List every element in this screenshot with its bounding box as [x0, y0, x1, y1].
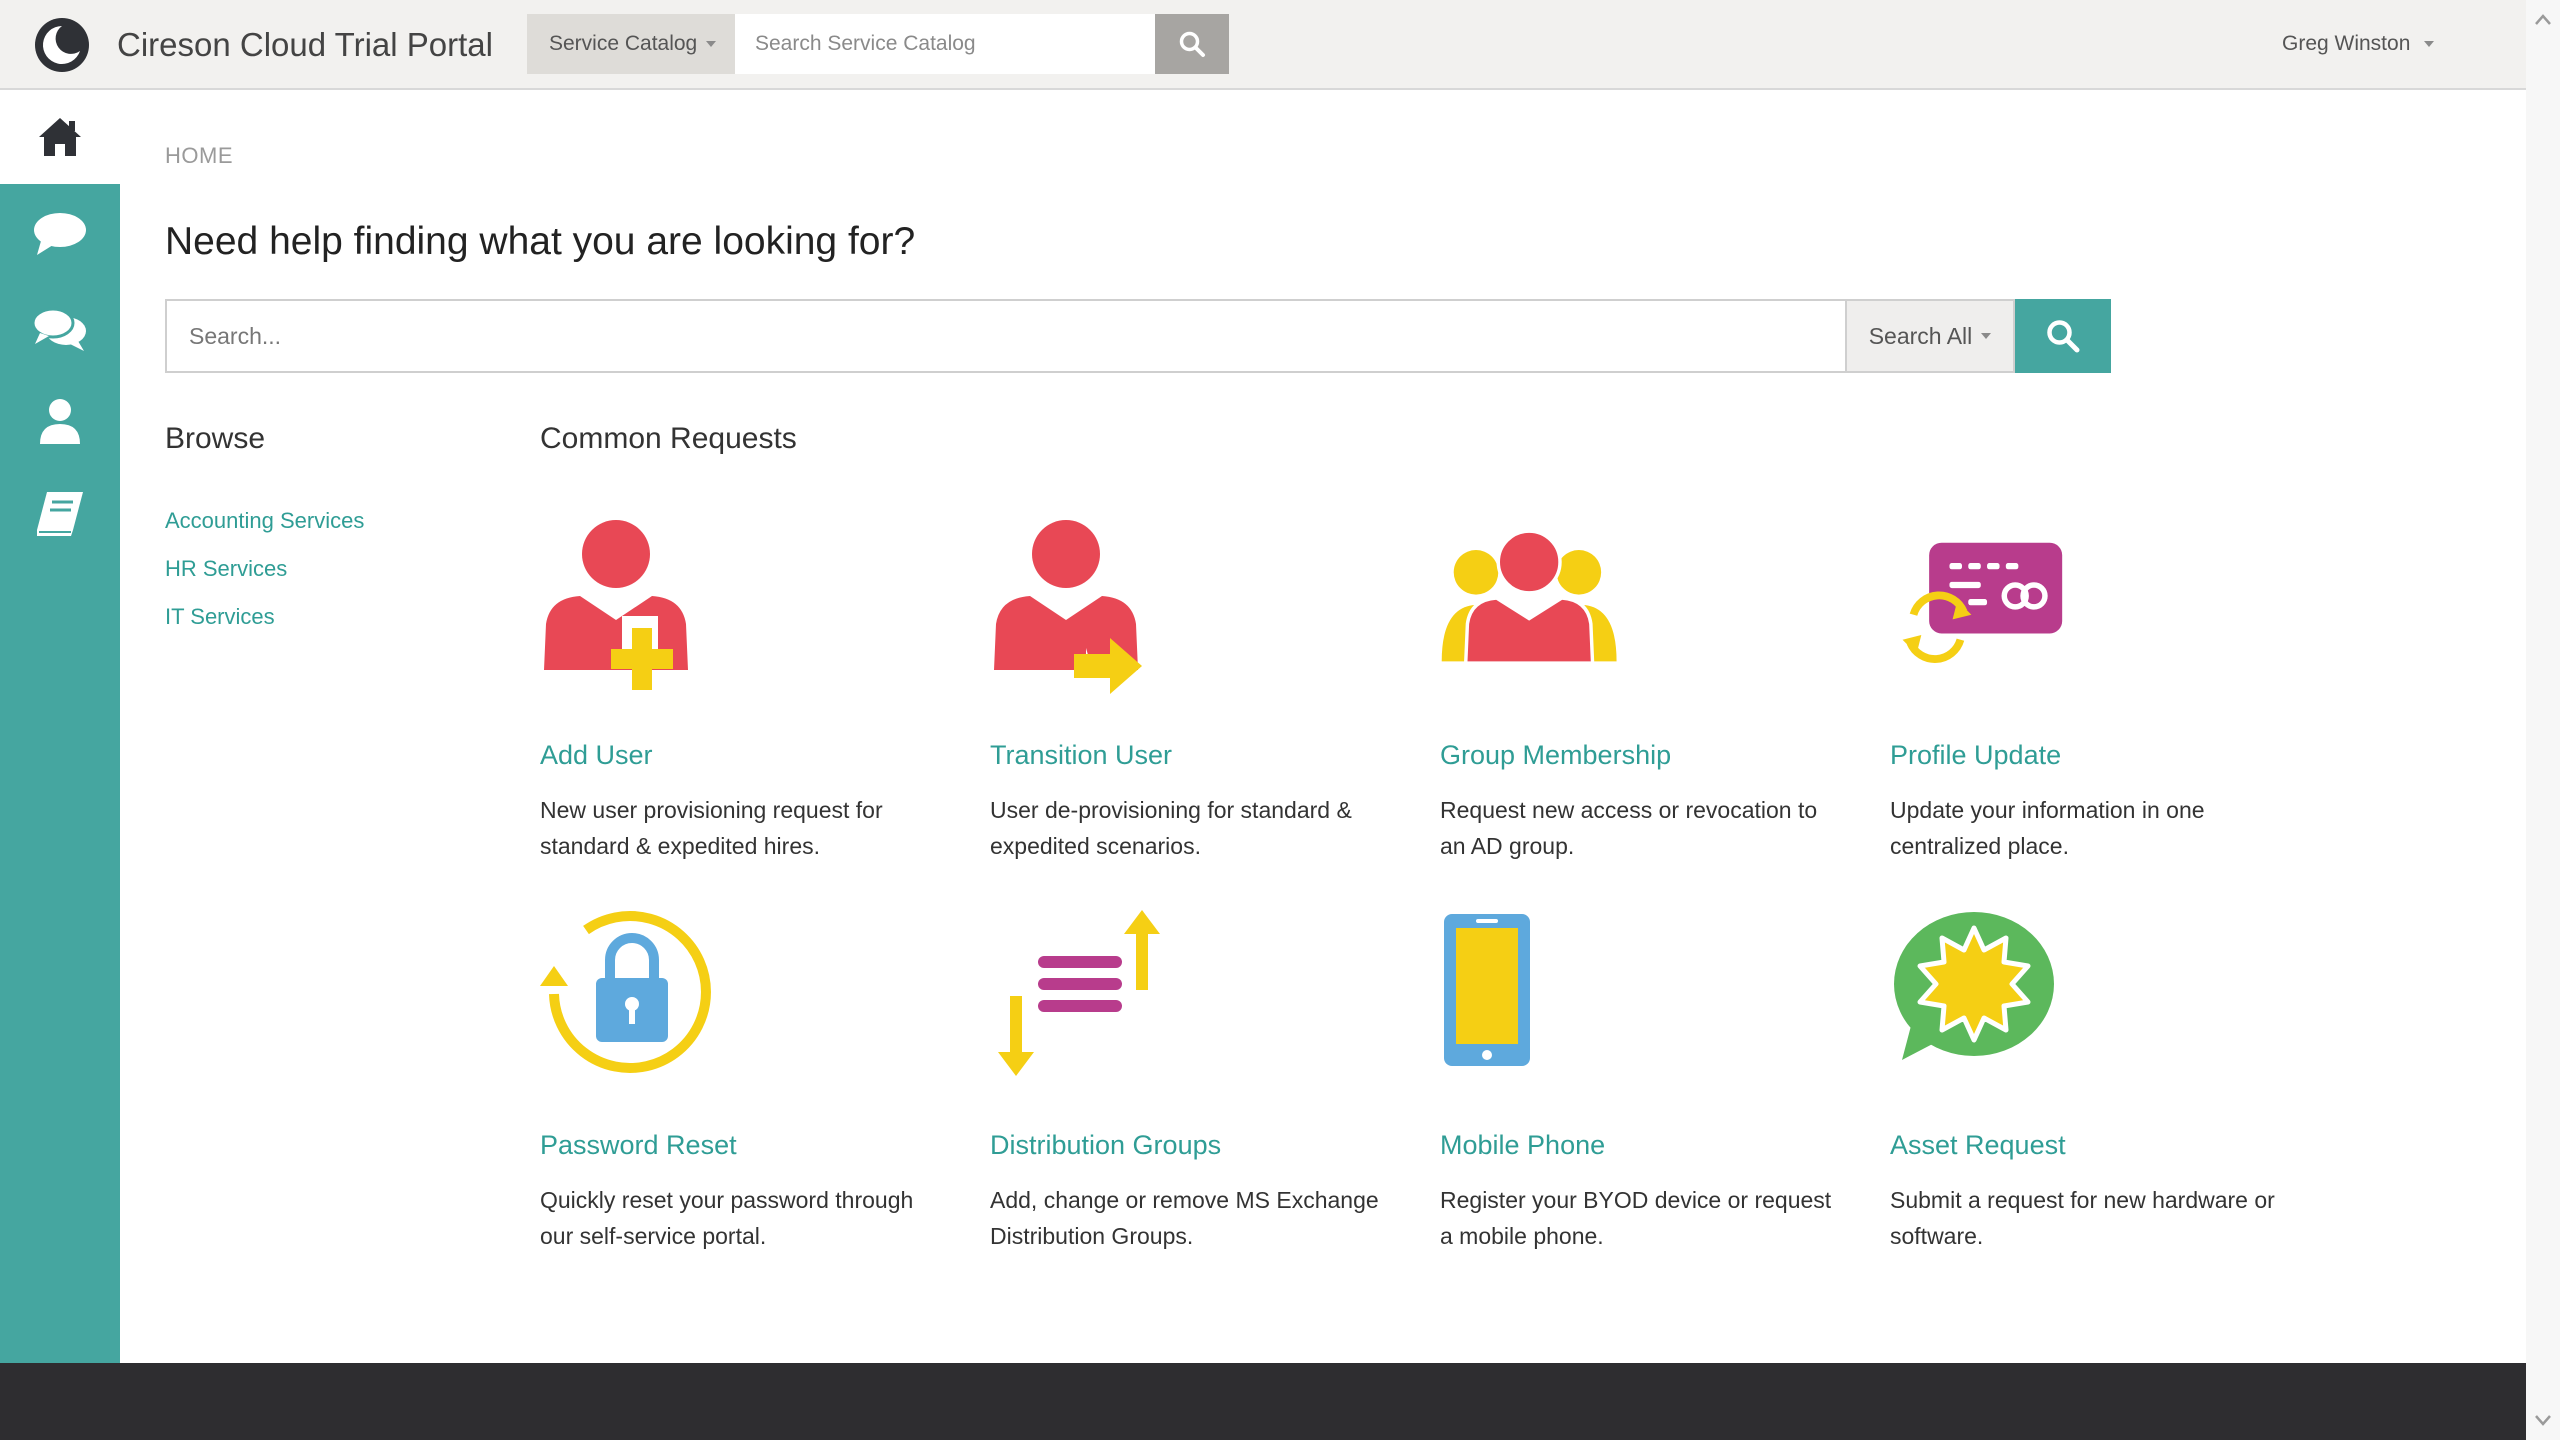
- cireson-logo-icon[interactable]: [34, 17, 90, 73]
- breadcrumb[interactable]: HOME: [165, 143, 233, 169]
- app-title[interactable]: Cireson Cloud Trial Portal: [117, 26, 493, 64]
- mobile-phone-icon: [1444, 914, 1530, 1066]
- conversation-icon: [32, 307, 86, 351]
- card-description: New user provisioning request for standa…: [540, 797, 883, 859]
- footer: [0, 1363, 2526, 1440]
- sidebar-item-chat[interactable]: [0, 194, 120, 274]
- search-scope-label: Search All: [1868, 322, 1973, 349]
- scroll-up-icon[interactable]: [2533, 10, 2553, 30]
- card-title[interactable]: Mobile Phone: [1440, 1130, 1605, 1161]
- vertical-scrollbar[interactable]: [2526, 0, 2560, 1440]
- sidebar-item-conversations[interactable]: [0, 290, 120, 370]
- browse-item-it-services[interactable]: IT Services: [165, 604, 364, 652]
- card-description: Add, change or remove MS Exchange Distri…: [990, 1187, 1379, 1249]
- service-catalog-search-input[interactable]: [735, 14, 1155, 74]
- service-catalog-dropdown[interactable]: Service Catalog: [527, 14, 735, 74]
- search-icon: [1179, 31, 1205, 57]
- sidebar: [0, 90, 120, 1363]
- transition-user-icon: [994, 520, 1142, 694]
- user-name: Greg Winston: [2282, 32, 2411, 55]
- browse-item-hr-services[interactable]: HR Services: [165, 556, 364, 604]
- card-title[interactable]: Group Membership: [1440, 740, 1671, 771]
- card-description: Request new access or revocation to an A…: [1440, 797, 1818, 859]
- search-scope-dropdown[interactable]: Search All: [1845, 299, 2015, 373]
- profile-update-icon: [1902, 542, 2063, 663]
- main-search-button[interactable]: [2015, 299, 2111, 373]
- user-menu[interactable]: Greg Winston: [2282, 32, 2435, 56]
- home-icon: [39, 118, 81, 156]
- card-description: Register your BYOD device or request a m…: [1440, 1187, 1832, 1249]
- card-title[interactable]: Add User: [540, 740, 653, 771]
- card-title[interactable]: Password Reset: [540, 1130, 737, 1161]
- browse-item-accounting-services[interactable]: Accounting Services: [165, 508, 364, 556]
- browse-title: Browse: [165, 422, 266, 455]
- distribution-groups-icon: [998, 910, 1160, 1076]
- chevron-down-icon: [1981, 333, 1992, 339]
- card-title[interactable]: Distribution Groups: [990, 1130, 1221, 1161]
- card-description: Update your information in one centraliz…: [1890, 797, 2205, 859]
- service-catalog-dropdown-label: Service Catalog: [549, 32, 698, 55]
- group-membership-icon: [1441, 529, 1617, 665]
- chevron-down-icon: [706, 41, 717, 48]
- user-icon: [40, 399, 80, 444]
- chat-bubble-icon: [34, 213, 86, 255]
- main-search-input[interactable]: [165, 299, 1845, 373]
- card-description: Quickly reset your password through our …: [540, 1187, 914, 1249]
- card-title[interactable]: Transition User: [990, 740, 1172, 771]
- search-icon: [2047, 320, 2080, 353]
- asset-request-icon: [1894, 912, 2054, 1060]
- card-title[interactable]: Asset Request: [1890, 1130, 2066, 1161]
- sidebar-item-knowledge-base[interactable]: [0, 474, 120, 554]
- page-title: Need help finding what you are looking f…: [165, 220, 916, 263]
- service-catalog-search-button[interactable]: [1155, 14, 1229, 74]
- scroll-down-icon[interactable]: [2533, 1410, 2553, 1430]
- book-icon: [37, 492, 83, 536]
- card-description: Submit a request for new hardware or sof…: [1890, 1187, 2275, 1249]
- chevron-down-icon: [2424, 41, 2435, 48]
- card-description: User de-provisioning for standard & expe…: [990, 797, 1352, 859]
- add-user-icon: [544, 520, 688, 690]
- card-title[interactable]: Profile Update: [1890, 740, 2061, 771]
- password-reset-icon: [540, 911, 711, 1073]
- sidebar-item-profile[interactable]: [0, 382, 120, 462]
- top-bar: Cireson Cloud Trial Portal Service Catal…: [0, 0, 2526, 90]
- browse-list: Accounting Services HR Services IT Servi…: [165, 508, 364, 652]
- sidebar-item-home[interactable]: [0, 90, 120, 184]
- main-search-bar: Search All: [165, 299, 2111, 373]
- common-requests-title: Common Requests: [540, 422, 797, 455]
